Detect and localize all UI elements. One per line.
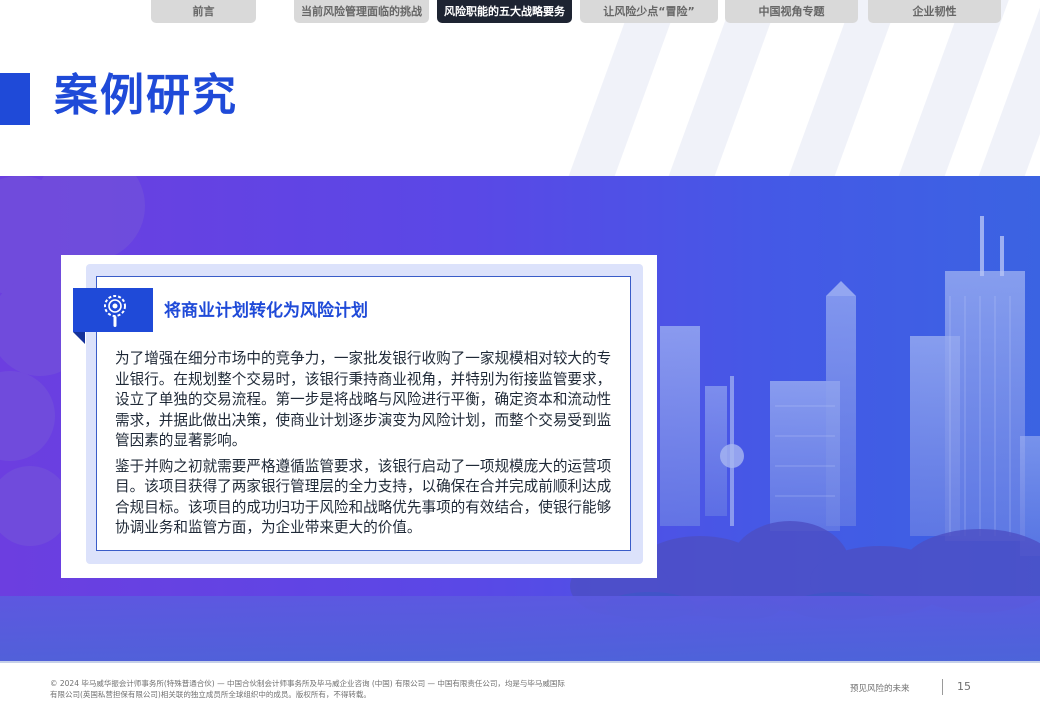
tab-less-risky[interactable]: 让风险少点“冒险”: [580, 0, 718, 23]
footer-tagline: 预见风险的未来: [850, 684, 910, 694]
footer-copyright-line: © 2024 毕马威华振会计师事务所(特殊普通合伙) — 中国合伙制会计师事务所…: [50, 679, 565, 688]
card-paragraph: 鉴于并购之初就需要严格遵循监管要求，该银行启动了一项规模庞大的运营项目。该项目获…: [115, 457, 612, 537]
footer-divider: [0, 661, 1040, 663]
card-paragraph: 为了增强在细分市场中的竞争力，一家批发银行收购了一家规模相对较大的专业银行。在规…: [115, 350, 612, 449]
footer-copyright: © 2024 毕马威华振会计师事务所(特殊普通合伙) — 中国合伙制会计师事务所…: [50, 678, 610, 700]
title-accent-bar: [0, 73, 30, 125]
top-nav: 前言 当前风险管理面临的挑战 风险职能的五大战略要务 让风险少点“冒险” 中国视…: [0, 0, 1040, 24]
page-title: 案例研究: [54, 70, 238, 121]
footer-separator: [942, 679, 943, 695]
card-icon-badge: [73, 288, 153, 332]
icon-badge-fold: [73, 332, 85, 344]
card-heading: 将商业计划转化为风险计划: [164, 301, 368, 321]
tab-five-strategic-priorities[interactable]: 风险职能的五大战略要务: [437, 0, 572, 23]
tab-china-perspective[interactable]: 中国视角专题: [725, 0, 858, 23]
page-number: 15: [957, 680, 971, 693]
card-body: 为了增强在细分市场中的竞争力，一家批发银行收购了一家规模相对较大的专业银行。在规…: [115, 349, 625, 544]
tab-current-challenges[interactable]: 当前风险管理面临的挑战: [294, 0, 429, 23]
footer-copyright-line: 有限公司(英国私营担保有限公司)相关联的独立成员所全球组织中的成员。版权所有，不…: [50, 690, 371, 699]
tab-preface[interactable]: 前言: [151, 0, 256, 23]
gear-magnifier-icon: [104, 295, 126, 327]
tab-enterprise-resilience[interactable]: 企业韧性: [868, 0, 1001, 23]
